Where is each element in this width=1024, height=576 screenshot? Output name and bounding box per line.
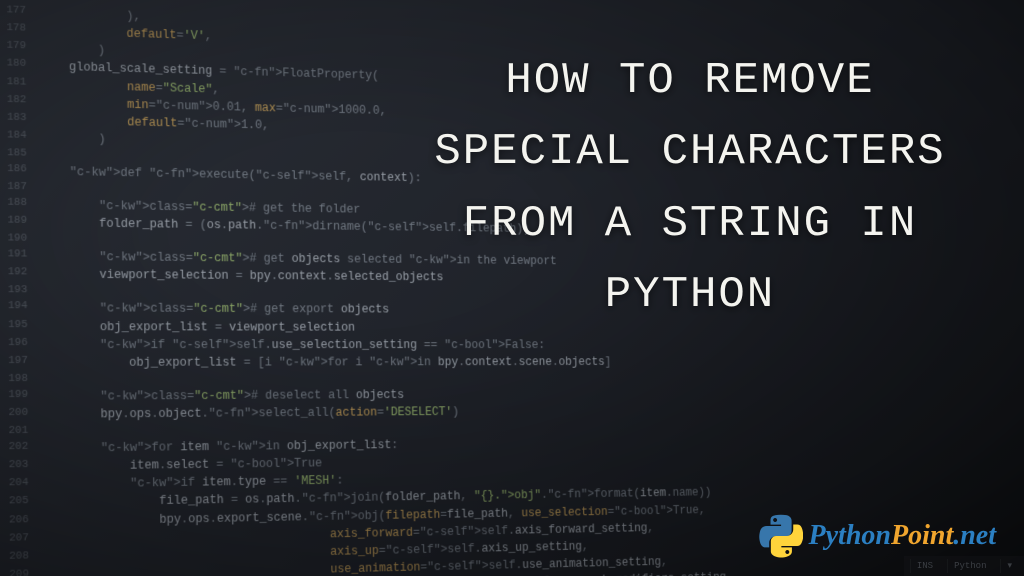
line-number: 194 xyxy=(0,299,41,317)
line-number: 209 xyxy=(1,567,43,576)
line-number: 184 xyxy=(0,128,40,147)
code-content: "c-kw">if "c-self">self.use_selection_se… xyxy=(41,336,545,354)
line-number: 200 xyxy=(0,406,42,424)
line-number: 197 xyxy=(0,354,42,372)
code-content: "c-kw">class="c-cmt"># deselect all obje… xyxy=(42,386,405,406)
article-title: HOW TO REMOVE SPECIAL CHARACTERS FROM A … xyxy=(390,46,990,331)
logo-text: PythonPoint.net xyxy=(809,520,996,552)
line-number: 185 xyxy=(0,146,40,163)
status-insert-mode: INS xyxy=(910,559,939,573)
code-content: obj_export_list = [i "c-kw">for i "c-kw"… xyxy=(41,353,611,371)
code-content: bpy.ops.object."c-fn">select_all(action=… xyxy=(42,403,459,424)
line-number: 187 xyxy=(0,180,41,196)
logo-ext: .net xyxy=(953,520,996,551)
logo-brand-python: Python xyxy=(809,520,891,551)
code-line: 196 "c-kw">if "c-self">self.use_selectio… xyxy=(0,336,921,354)
line-number: 189 xyxy=(0,214,41,232)
line-number: 203 xyxy=(1,458,43,477)
line-number: 198 xyxy=(0,372,42,388)
code-content: ) xyxy=(40,129,106,148)
line-number: 192 xyxy=(0,266,41,284)
line-number: 201 xyxy=(0,424,42,440)
line-number: 181 xyxy=(0,75,40,94)
line-number: 193 xyxy=(0,284,41,300)
line-number: 186 xyxy=(0,162,40,181)
code-content: ) xyxy=(40,40,106,60)
code-content: obj_export_list = viewport_selection xyxy=(41,318,355,336)
status-chevron-icon: ▾ xyxy=(1000,559,1018,573)
line-number: 199 xyxy=(0,388,42,406)
editor-status-bar: INS Python ▾ xyxy=(904,556,1024,576)
python-logo-icon xyxy=(759,514,803,558)
line-number: 191 xyxy=(0,247,41,265)
line-number: 177 xyxy=(0,3,40,22)
line-number: 207 xyxy=(1,531,43,550)
line-number: 208 xyxy=(1,549,43,568)
line-number: 202 xyxy=(0,440,42,459)
site-logo: PythonPoint.net xyxy=(759,514,996,558)
line-number: 183 xyxy=(0,110,40,129)
line-number: 195 xyxy=(0,318,41,336)
code-content: viewport_selection = bpy.context.selecte… xyxy=(41,266,443,287)
line-number: 205 xyxy=(1,494,43,513)
line-number: 178 xyxy=(0,21,40,40)
line-number: 190 xyxy=(0,232,41,248)
line-number: 206 xyxy=(1,512,43,531)
line-number: 182 xyxy=(0,92,40,111)
line-number: 179 xyxy=(0,39,40,58)
status-language: Python xyxy=(947,559,992,573)
line-number: 188 xyxy=(0,196,41,215)
line-number: 204 xyxy=(1,476,43,495)
code-content: "c-kw">class="c-cmt"># get export object… xyxy=(41,300,389,319)
line-number: 196 xyxy=(0,336,41,354)
logo-brand-point: Point xyxy=(891,520,953,551)
line-number: 180 xyxy=(0,57,40,76)
